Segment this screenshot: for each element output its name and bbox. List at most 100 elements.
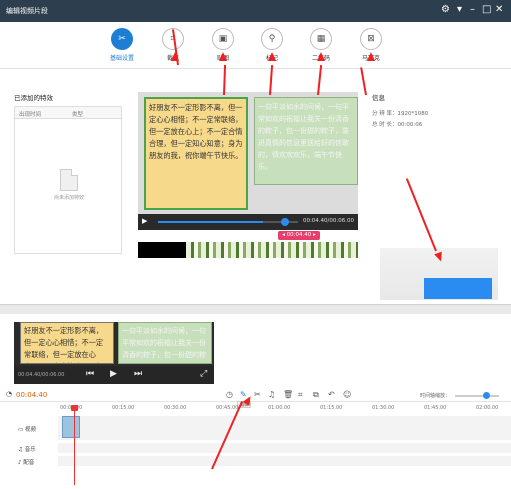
- col-time: 出现时间: [19, 112, 42, 118]
- track-voice-text: 配音: [23, 460, 35, 466]
- ruler-tick: 01:45.00: [424, 405, 447, 411]
- info-resolution: 分 辨 率：1920*1080: [372, 109, 492, 117]
- window-menu-icon[interactable]: ▾: [457, 4, 462, 16]
- empty-text: 尚未添加特效: [53, 195, 84, 201]
- playhead[interactable]: [71, 405, 78, 485]
- effects-table[interactable]: 出现时间 类型 尚未添加特效: [14, 106, 122, 254]
- effects-panel: 已添加的特效 出现时间 类型 尚未添加特效: [14, 92, 122, 267]
- arrow-head: [171, 52, 179, 61]
- ruler-tick: 01:30.00: [372, 405, 395, 411]
- annotation-arrow: [317, 65, 323, 96]
- ruler-tick: 00:30.00: [164, 405, 187, 411]
- title-bar: 编辑视频片段 ⚙ ▾ – □ ✕: [0, 0, 511, 22]
- music-track-row[interactable]: [58, 443, 511, 453]
- timeline-toolbar: ◔ 00:04.40 ◷ ✎ ✂ ♫ 🗑 ⌗ ⧉ ↶ ☺ 时间轴缩放：: [0, 388, 511, 402]
- close-icon[interactable]: ✕: [495, 4, 503, 16]
- voice-track-row[interactable]: [58, 456, 511, 466]
- annotation-arrow: [269, 65, 274, 96]
- current-time: 00:04.40: [16, 391, 48, 399]
- progress-knob[interactable]: [281, 218, 289, 226]
- zoom-slider[interactable]: [455, 392, 499, 399]
- arrow-head: [268, 52, 276, 61]
- confirm-button[interactable]: [424, 278, 492, 299]
- progress-track[interactable]: [158, 218, 298, 226]
- mosaic-icon: ⊠: [360, 28, 382, 50]
- marker-time: 00:04.40: [286, 232, 312, 238]
- arrow-head: [219, 52, 227, 61]
- annotation-arrow: [360, 67, 367, 96]
- time-readout: 00:04.40/00:06.00: [302, 218, 354, 224]
- ruler-tick: 01:00.00: [268, 405, 291, 411]
- cut-icon[interactable]: ✂: [254, 390, 261, 399]
- prev-frame-icon[interactable]: ⏮: [86, 369, 94, 379]
- track-label-voice: ♪ 配音: [18, 460, 35, 466]
- next-frame-icon[interactable]: ⏭: [134, 369, 142, 379]
- annotation-arrow: [405, 178, 437, 252]
- track-music-text: 音乐: [24, 447, 36, 453]
- col-type: 类型: [72, 112, 84, 118]
- marker-icon: ⚲: [261, 28, 283, 50]
- ruler-tick: 02:00.00: [476, 405, 499, 411]
- play-icon[interactable]: ▶: [142, 217, 147, 225]
- bell-icon[interactable]: ♫: [268, 390, 275, 399]
- text-card-2: 一句平淡如水的问候，一句平常如欢的祝福让我关一份清香的粽子，包一份甜的粽子，装进…: [254, 97, 358, 185]
- screenshot-divider: [0, 304, 511, 314]
- info-duration: 总 时 长：00:00:06: [372, 120, 492, 128]
- zoom-label: 时间轴缩放：: [420, 393, 451, 399]
- resolution-label: 分 辨 率：: [372, 111, 398, 117]
- play-icon[interactable]: ▶: [110, 369, 117, 379]
- player-bar: ▶ 00:04.40/00:06.00: [138, 214, 358, 230]
- time-marker[interactable]: ◂ 00:04.40 ▸: [278, 231, 320, 240]
- qrcode-icon: ▦: [310, 28, 332, 50]
- tab-basic-settings[interactable]: ✂ 基础设置: [100, 28, 144, 62]
- text-card-1: 好朋友不一定形影不离，但一定心心相惜；不一定常联络，但一定放在心上；不一定合情合…: [144, 97, 248, 210]
- filmstrip-black: [138, 242, 186, 258]
- window-title: 编辑视频片段: [6, 7, 48, 15]
- annotation-arrow: [223, 64, 227, 96]
- video-preview[interactable]: 好朋友不一定形影不离，但一定心心相惜；不一定常联络，但一定放在心上；不一定合情合…: [138, 92, 358, 214]
- editor-player-bar: 00:04.40/00:06.00 ⏮ ▶ ⏭ ⤢: [14, 366, 214, 384]
- preview-card-1: 好朋友不一定形影不离，但一定心心相惜；不一定常联络，但一定放在心上；不一定合情合…: [20, 322, 114, 364]
- timeline-ruler[interactable]: 00:00.00 00:15.00 00:30.00 00:45.00 01:0…: [58, 404, 511, 414]
- video-track-row[interactable]: [58, 416, 511, 440]
- info-title: 信息: [372, 94, 385, 102]
- editor-time: 00:04.40/00:06.00: [18, 372, 65, 378]
- resolution-value: 1920*1080: [397, 111, 429, 117]
- duration-value: 00:00:06: [397, 122, 423, 128]
- undo-icon[interactable]: ↶: [328, 390, 335, 399]
- clock-icon: ◔: [6, 390, 13, 398]
- ruler-tick: 00:45.00: [216, 405, 239, 411]
- fullscreen-icon[interactable]: ⤢: [200, 369, 207, 379]
- tab-label: 基础设置: [109, 55, 134, 62]
- delete-icon[interactable]: 🗑: [283, 390, 293, 399]
- zoom-knob[interactable]: [483, 392, 490, 399]
- arrow-head: [317, 52, 325, 61]
- track-label-video: ▭ 视频: [18, 427, 36, 433]
- document-icon: [60, 169, 78, 191]
- effects-title: 已添加的特效: [14, 94, 53, 102]
- settings-gear-icon[interactable]: ⚙: [441, 4, 450, 16]
- ruler-tick: 00:15.00: [112, 405, 135, 411]
- speed-icon[interactable]: ◷: [226, 390, 233, 399]
- maximize-icon[interactable]: □: [482, 4, 491, 16]
- track-label-music: ♫ 音乐: [18, 447, 36, 453]
- progress-fill: [158, 221, 263, 223]
- arrow-head: [367, 52, 375, 61]
- empty-state: 尚未添加特效: [49, 169, 89, 201]
- effects-header: 出现时间 类型: [15, 107, 121, 119]
- filmstrip-frames: [186, 242, 358, 258]
- copy-icon[interactable]: ⧉: [313, 390, 319, 400]
- emoji-icon[interactable]: ☺: [343, 390, 351, 399]
- minimize-icon[interactable]: –: [470, 4, 475, 16]
- track-video-text: 视频: [24, 427, 36, 433]
- video-clip[interactable]: [62, 416, 80, 438]
- ruler-tick: 01:15.00: [320, 405, 343, 411]
- image-icon: ▣: [212, 28, 234, 50]
- info-panel: 信息 分 辨 率：1920*1080 总 时 长：00:00:06: [372, 92, 492, 131]
- preview-card-2: 一句平淡如水的问候，一句平常如欢的祝福让我关一份清香的粽子，包一份甜的粽子，装进…: [118, 322, 212, 364]
- crop-icon[interactable]: ⌗: [298, 390, 303, 400]
- divider: [0, 68, 511, 69]
- duration-label: 总 时 长：: [372, 122, 398, 128]
- scissors-icon: ✂: [111, 28, 133, 50]
- filmstrip[interactable]: [138, 242, 358, 258]
